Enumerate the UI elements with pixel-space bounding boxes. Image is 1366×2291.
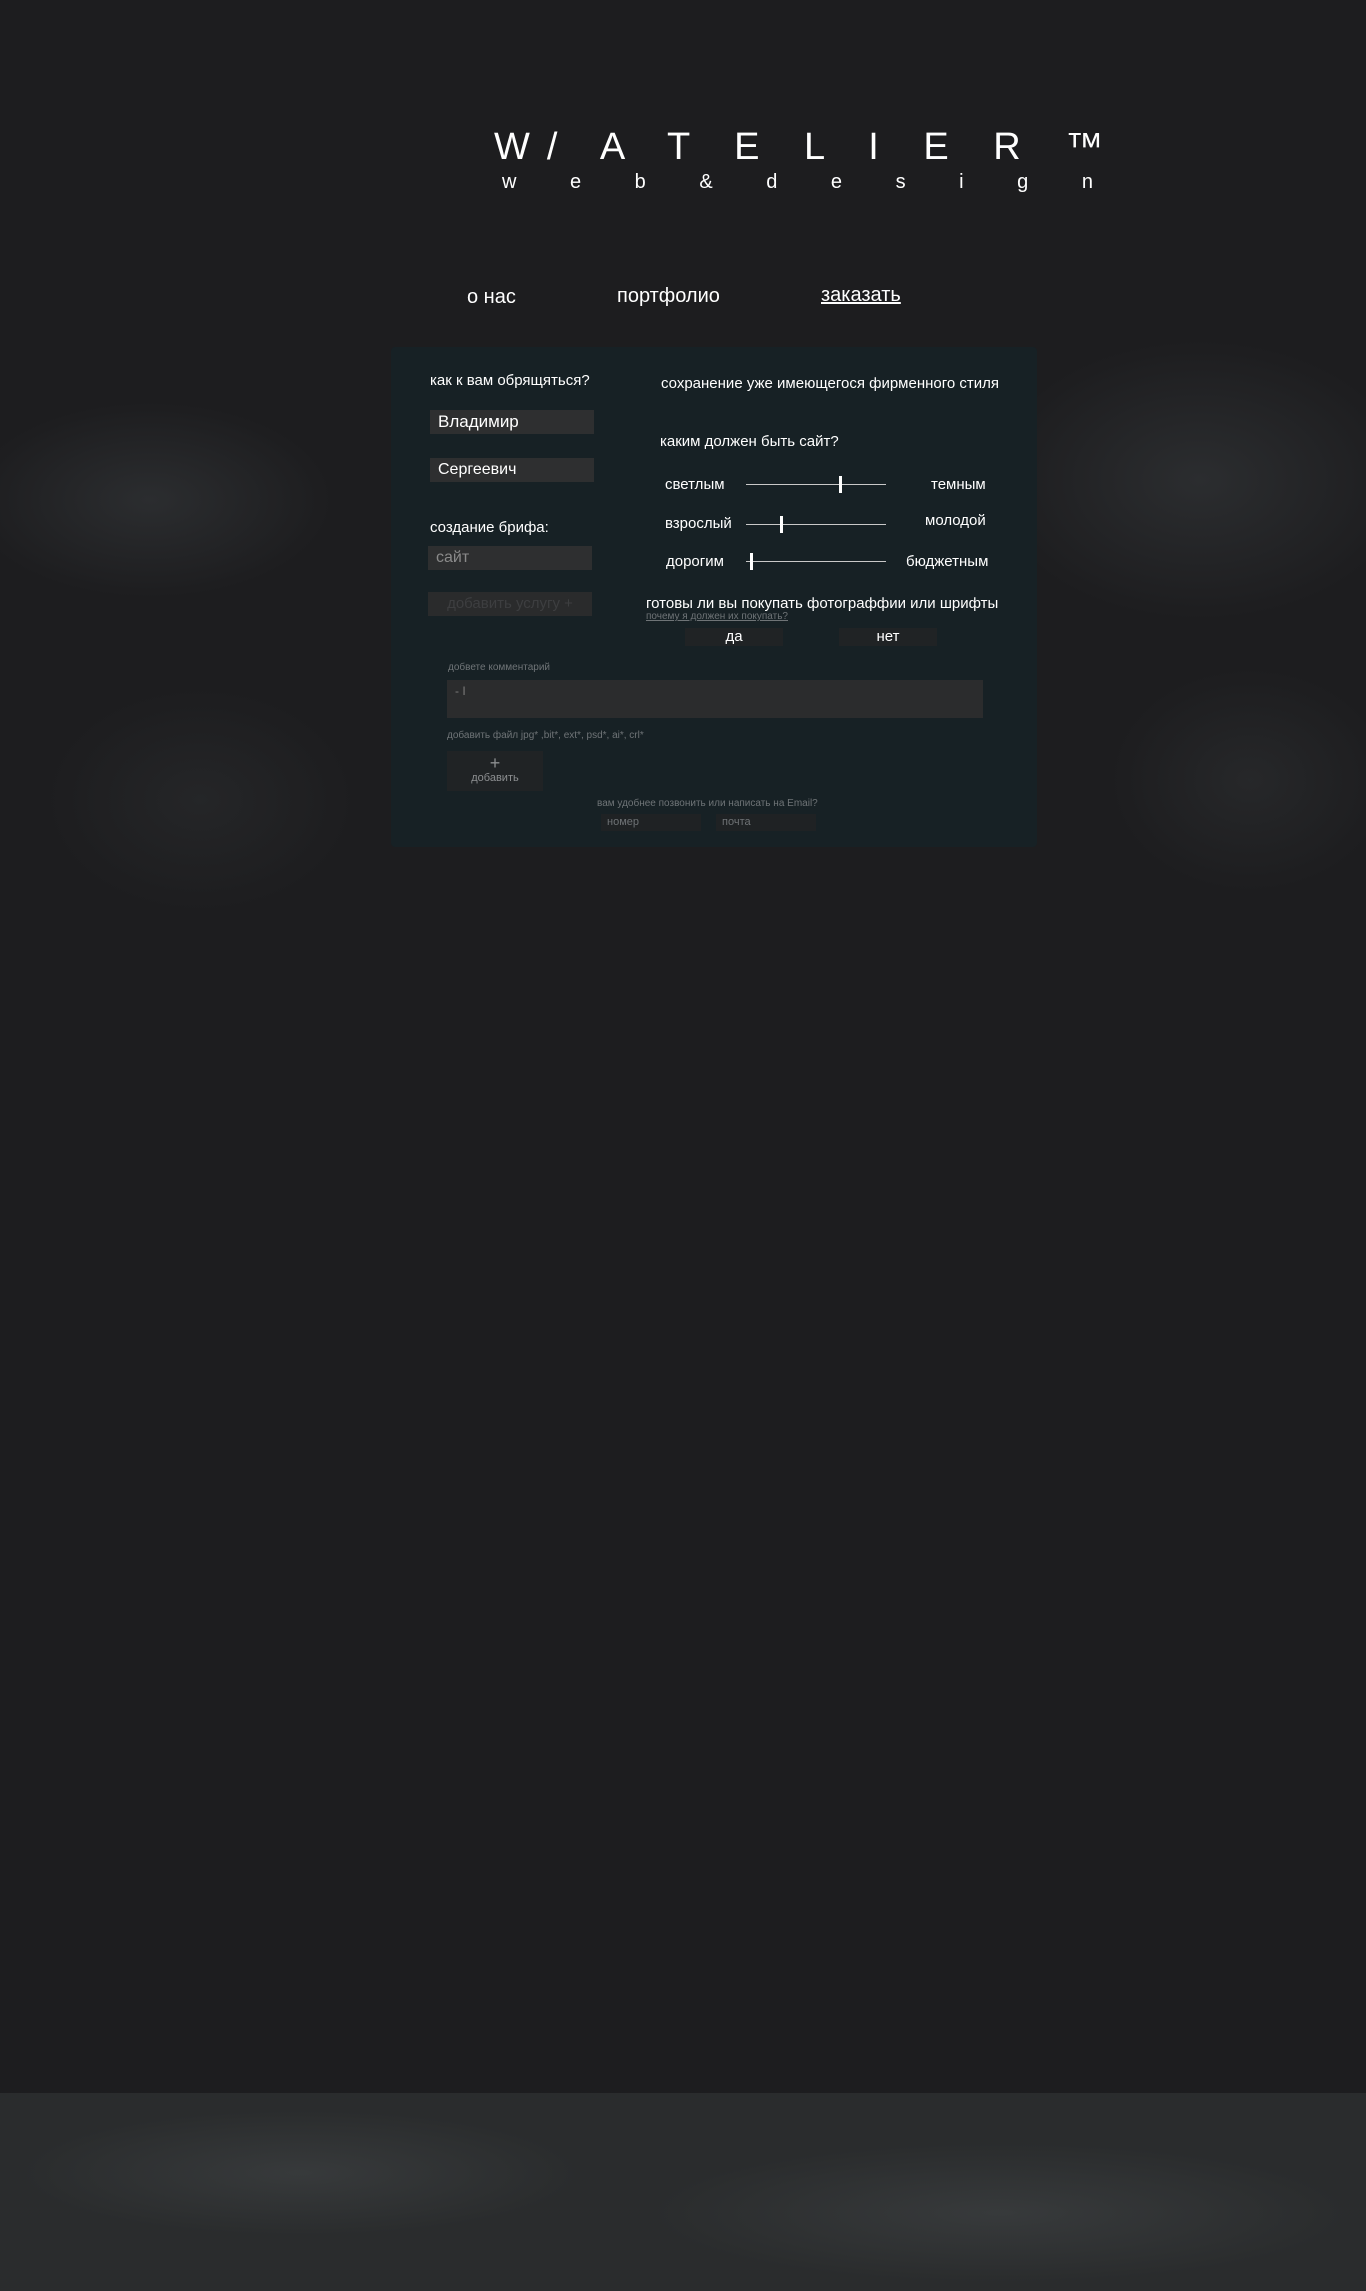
email-input[interactable] — [716, 814, 816, 831]
slider-2-left-label: взрослый — [665, 515, 732, 532]
slider-3-right-label: бюджетным — [906, 553, 989, 570]
brief-label: создание брифа: — [430, 519, 549, 536]
photos-why-link[interactable]: почему я должен их покупать? — [646, 611, 788, 622]
slider-3-thumb[interactable] — [750, 553, 753, 570]
site-question-label: каким должен быть сайт? — [660, 433, 839, 450]
slider-2-right-label: молодой — [925, 512, 986, 529]
slider-2-thumb[interactable] — [780, 516, 783, 533]
comment-label: добвете комментарий — [448, 662, 551, 673]
plus-icon: + — [489, 753, 501, 773]
first-name-input[interactable] — [430, 410, 594, 434]
patronymic-input[interactable] — [430, 458, 594, 482]
name-question-label: как к вам обрящяться? — [430, 372, 590, 389]
add-file-button[interactable]: + добавить — [447, 751, 543, 791]
brand-style-option[interactable]: сохранение уже имеющегося фирменного сти… — [661, 375, 999, 392]
phone-input[interactable] — [601, 814, 701, 831]
slider-1-left-label: светлым — [665, 476, 725, 493]
brand-title: W/ A T E L I E R ™ — [494, 126, 1121, 168]
no-button[interactable]: нет — [839, 628, 937, 646]
file-label: добавить файл jpg* ,bit*, ext*, psd*, ai… — [447, 730, 644, 741]
slider-2-track[interactable] — [746, 516, 886, 533]
add-service-button[interactable]: добавить услугу + — [428, 592, 592, 616]
slider-3-left-label: дорогим — [666, 553, 724, 570]
footer-band — [0, 2093, 1366, 2291]
slider-1-right-label: темным — [931, 476, 986, 493]
comment-textarea[interactable]: - I — [447, 680, 983, 718]
photos-question-label: готовы ли вы покупать фотограффии или шр… — [646, 595, 999, 612]
brand-subtitle: w e b & d e s i g n — [502, 171, 1117, 193]
slider-1-thumb[interactable] — [839, 476, 842, 493]
nav-about[interactable]: о нас — [467, 286, 516, 309]
contact-question-label: вам удобнее позвонить или написать на Em… — [597, 798, 818, 809]
brand-logo[interactable]: W/ A T E L I E R ™ w e b & d e s i g n — [494, 126, 1121, 194]
nav-order[interactable]: заказать — [821, 284, 901, 307]
slider-1-track[interactable] — [746, 476, 886, 493]
slider-3-track[interactable] — [746, 553, 886, 570]
nav-portfolio[interactable]: портфолио — [617, 285, 720, 308]
yes-button[interactable]: да — [685, 628, 783, 646]
add-file-label: добавить — [471, 772, 519, 784]
service-input[interactable] — [428, 546, 592, 570]
